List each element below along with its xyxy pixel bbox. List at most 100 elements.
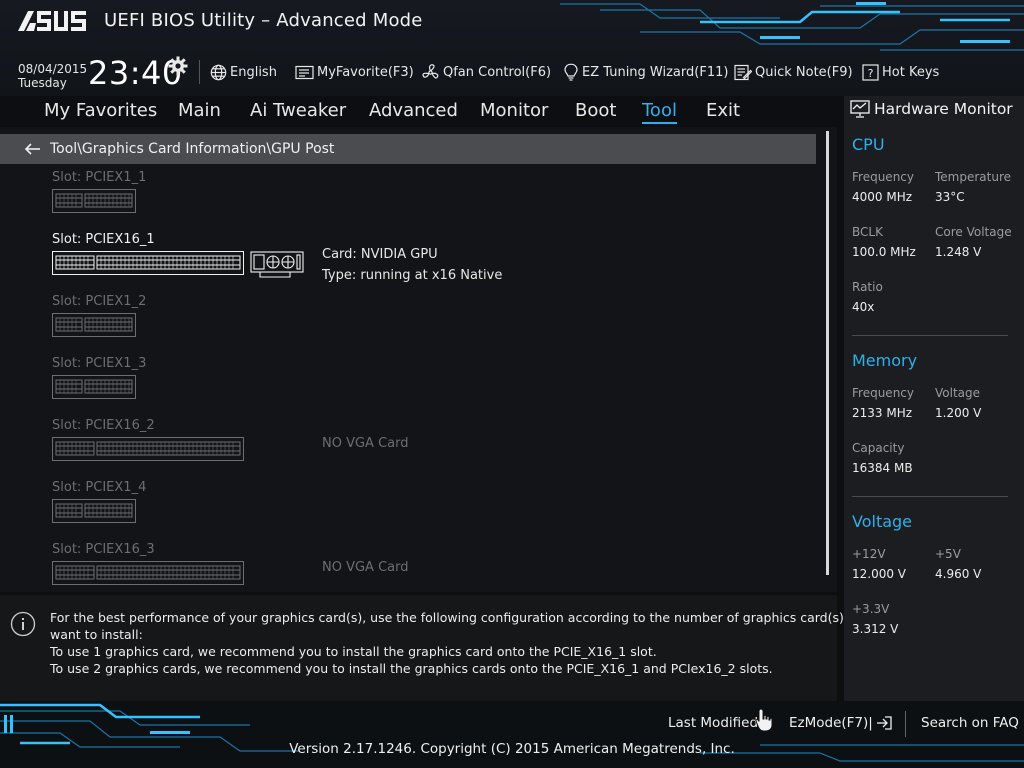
tab-exit[interactable]: Exit (706, 100, 740, 121)
last-modified-button[interactable]: Last Modified (668, 715, 758, 731)
last-modified-label: Last Modified (668, 715, 759, 731)
search-faq-button[interactable]: Search on FAQ (921, 715, 1019, 731)
help-line: To use 2 graphics cards, we recommend yo… (50, 661, 773, 676)
ezmode-button[interactable]: EzMode(F7)| (789, 715, 893, 731)
cpu-heading: CPU (852, 135, 885, 154)
help-line: To use 1 graphics card, we recommend you… (50, 644, 657, 659)
breadcrumb[interactable]: Tool\Graphics Card Information\GPU Post (0, 134, 816, 164)
slot-label: Slot: PCIEX16_1 (52, 232, 155, 247)
tab-ai-tweaker[interactable]: Ai Tweaker (250, 100, 346, 121)
capacity-label: Capacity (852, 441, 905, 455)
qfan-label: Qfan Control(F6) (443, 64, 552, 80)
hardware-monitor-label: Hardware Monitor (874, 100, 1013, 118)
tab-boot[interactable]: Boot (575, 100, 616, 121)
hardware-monitor-title: Hardware Monitor (850, 100, 1013, 118)
slot-pciex1-2: Slot: PCIEX1_2 (52, 294, 146, 337)
section-divider (852, 335, 1008, 336)
quick-note-button[interactable]: Quick Note(F9) (734, 62, 853, 82)
cpu-frequency-label: Frequency (852, 170, 914, 184)
hot-keys-button[interactable]: ? Hot Keys (862, 62, 939, 82)
voltage-heading: Voltage (852, 512, 913, 531)
tab-main[interactable]: Main (178, 100, 221, 121)
card-name: Card: NVIDIA GPU (322, 247, 438, 262)
ratio-label: Ratio (852, 280, 883, 294)
circuit-decoration (0, 703, 1024, 762)
cpu-temperature-value: 33°C (935, 190, 965, 204)
pcie-x1-slot-icon (52, 375, 136, 399)
tab-my-favorites[interactable]: My Favorites (44, 100, 157, 121)
help-text: For the best performance of your graphic… (50, 609, 871, 677)
v12-label: +12V (852, 547, 886, 561)
card-info: Card: NVIDIA GPU Type: running at x16 Na… (322, 244, 502, 286)
header-separator (199, 60, 200, 84)
footer-separator (905, 711, 906, 737)
qfan-button[interactable]: Qfan Control(F6) (421, 62, 551, 82)
asus-logo (18, 11, 86, 31)
cpu-temperature-label: Temperature (935, 170, 1012, 184)
v33-value: 3.312 V (852, 622, 899, 636)
fan-icon (422, 63, 439, 79)
pcie-x1-slot-icon (52, 189, 136, 213)
slot-pciex16-3: Slot: PCIEX16_3 NO VGA Card (52, 542, 409, 585)
section-divider (852, 496, 1008, 497)
pcie-x16-slot-icon (52, 437, 244, 461)
hand-cursor-icon (755, 708, 773, 732)
card-info: NO VGA Card (322, 433, 409, 454)
help-panel: For the best performance of your graphic… (0, 595, 871, 701)
scrollbar[interactable] (826, 131, 829, 575)
slot-pciex16-1: Slot: PCIEX16_1 Card: NVIDIA GPU Type: r… (52, 232, 502, 283)
slot-label: Slot: PCIEX1_1 (52, 170, 147, 185)
slot-pciex1-3: Slot: PCIEX1_3 (52, 356, 146, 399)
memory-frequency-label: Frequency (852, 386, 914, 400)
main-content: Tool\Graphics Card Information\GPU Post … (0, 127, 837, 592)
footer: Last Modified EzMode(F7)| Search on FAQ … (0, 701, 1024, 768)
v12-value: 12.000 V (852, 567, 907, 581)
language-label: English (230, 64, 277, 80)
hardware-monitor-panel: Hardware Monitor CPU Frequency 4000 MHz … (844, 96, 1024, 701)
bulb-icon (564, 63, 578, 81)
myfavorite-button[interactable]: MyFavorite(F3) (295, 62, 414, 82)
pcie-x16-slot-icon (52, 251, 244, 275)
ratio-value: 40x (852, 300, 875, 314)
date-display: 08/04/2015 Tuesday (18, 62, 87, 90)
ezmode-label: EzMode(F7)| (789, 715, 873, 731)
app-title: UEFI BIOS Utility – Advanced Mode (104, 10, 423, 31)
ez-tuning-button[interactable]: EZ Tuning Wizard(F11) (563, 62, 728, 82)
exit-arrow-icon (876, 716, 892, 730)
core-voltage-label: Core Voltage (935, 225, 1012, 239)
v5-label: +5V (935, 547, 961, 561)
tab-advanced[interactable]: Advanced (369, 100, 458, 121)
tab-tool[interactable]: Tool (642, 100, 677, 124)
card-type: Type: running at x16 Native (322, 268, 503, 283)
graphics-card-icon (250, 251, 304, 278)
favorite-icon (295, 65, 314, 79)
cpu-frequency-value: 4000 MHz (852, 190, 913, 204)
slot-pciex1-1: Slot: PCIEX1_1 (52, 170, 147, 213)
slot-label: Slot: PCIEX16_3 (52, 542, 155, 557)
hot-keys-label: Hot Keys (882, 64, 940, 80)
slot-pciex1-4: Slot: PCIEX1_4 (52, 480, 147, 523)
monitor-icon (850, 100, 870, 118)
bclk-value: 100.0 MHz (852, 245, 916, 259)
quick-note-label: Quick Note(F9) (755, 64, 853, 80)
memory-heading: Memory (852, 351, 918, 370)
language-button[interactable]: English (210, 62, 277, 82)
pcie-x16-slot-icon (52, 561, 244, 585)
svg-text:?: ? (868, 67, 874, 80)
date-text: 08/04/2015 (18, 62, 88, 76)
tab-monitor[interactable]: Monitor (480, 100, 548, 121)
help-line: For the best performance of your graphic… (50, 610, 871, 625)
back-arrow-icon[interactable] (24, 142, 42, 156)
pcie-x1-slot-icon (52, 313, 136, 337)
memory-frequency-value: 2133 MHz (852, 406, 913, 420)
info-icon (10, 611, 36, 637)
help-line: want to install: (50, 627, 143, 642)
slot-label: Slot: PCIEX1_4 (52, 480, 147, 495)
gear-icon[interactable] (168, 56, 188, 76)
slot-label: Slot: PCIEX16_2 (52, 418, 155, 433)
help-icon: ? (862, 63, 879, 81)
core-voltage-value: 1.248 V (935, 245, 982, 259)
day-text: Tuesday (18, 76, 67, 90)
v33-label: +3.3V (852, 602, 890, 616)
globe-icon (210, 64, 227, 80)
